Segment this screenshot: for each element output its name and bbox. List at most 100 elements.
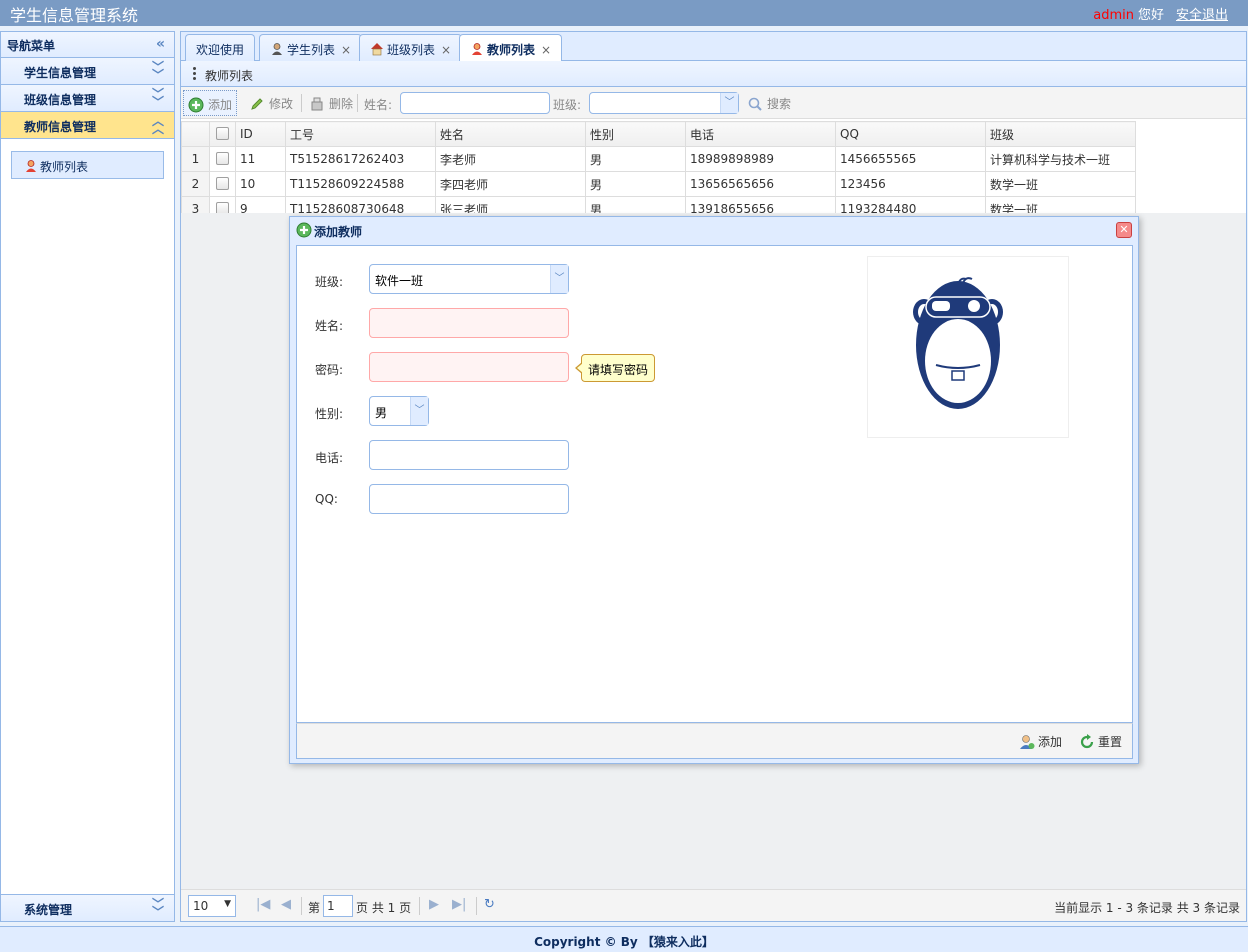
close-icon[interactable]: × <box>441 43 451 57</box>
pager-info: 当前显示 1 - 3 条记录 共 3 条记录 <box>1054 901 1240 915</box>
home-icon <box>371 43 383 56</box>
delete-button[interactable]: 删除 <box>305 90 357 116</box>
row-checkbox-cell[interactable] <box>209 171 236 197</box>
column-header[interactable]: 姓名 <box>435 121 586 147</box>
column-header[interactable]: 性别 <box>585 121 686 147</box>
cell-qq: 1456655565 <box>835 146 986 172</box>
cell-phone: 18989898989 <box>685 146 836 172</box>
chevron-down-icon: ﹀ <box>410 397 428 425</box>
password-label: 密码: <box>315 363 344 377</box>
teacher-icon <box>472 43 482 55</box>
greeting-text: 您好 <box>1137 8 1164 23</box>
select-all-checkbox[interactable] <box>216 127 229 140</box>
cell-number: T51528617262403 <box>285 146 436 172</box>
tab-teacher-list[interactable]: 教师列表 × <box>459 34 563 62</box>
nav-group-student[interactable]: 学生信息管理 ﹀ ﹀ <box>1 58 174 85</box>
teacher-photo <box>867 256 1069 438</box>
dialog-title-bar: 添加教师 ✕ <box>290 217 1138 243</box>
page-number-input[interactable]: 1 <box>323 895 353 917</box>
top-header: 学生信息管理系统 admin 您好 安全退出 <box>0 0 1248 26</box>
tab-label: 教师列表 <box>487 43 536 57</box>
nav-group-system[interactable]: 系统管理 ﹀ ﹀ <box>1 894 174 921</box>
sex-label: 性别: <box>315 407 344 421</box>
dialog-footer: 添加 重置 <box>296 723 1133 759</box>
nav-item-label: 教师列表 <box>40 160 89 174</box>
user-name: admin <box>1093 8 1134 23</box>
collapse-left-icon[interactable]: « <box>156 36 165 52</box>
last-page-icon[interactable]: ▶| <box>452 897 466 912</box>
column-header[interactable]: 班级 <box>985 121 1136 147</box>
qq-label: QQ: <box>315 492 338 506</box>
dialog-title: 添加教师 <box>314 225 363 239</box>
refresh-icon <box>1080 734 1094 749</box>
row-checkbox-cell[interactable] <box>209 146 236 172</box>
class-select-value: 软件一班 <box>375 274 424 288</box>
close-icon[interactable]: ✕ <box>1116 222 1132 238</box>
delete-icon <box>311 97 323 111</box>
column-header[interactable]: QQ <box>835 121 986 147</box>
column-header[interactable]: ID <box>235 121 286 147</box>
copyright-text: Copyright © By 【猿来入此】 <box>534 935 714 949</box>
row-checkbox[interactable] <box>216 152 229 165</box>
phone-input[interactable] <box>369 440 569 470</box>
nav-group-teacher[interactable]: 教师信息管理 ︿ ︿ <box>1 112 174 139</box>
next-page-icon[interactable]: ▶ <box>429 897 439 912</box>
close-icon[interactable]: × <box>341 43 351 57</box>
close-icon[interactable]: × <box>541 43 551 57</box>
toolbar: 添加 修改 删除 姓名: 班级: ﹀ 搜索 <box>181 87 1246 119</box>
teacher-icon <box>26 160 36 172</box>
caret-down-icon: ▼ <box>224 899 231 909</box>
cell-class: 数学一班 <box>985 171 1136 197</box>
add-button[interactable]: 添加 <box>183 90 238 116</box>
panel-title: 教师列表 <box>205 69 254 83</box>
tab-student-list[interactable]: 学生列表 × <box>259 34 363 61</box>
name-filter-input[interactable] <box>400 92 550 114</box>
nav-panel: 导航菜单 « 学生信息管理 ﹀ ﹀ 班级信息管理 ﹀ ﹀ 教师信息管理 ︿ ︿ 教师列… <box>0 31 175 922</box>
password-input[interactable] <box>369 352 569 382</box>
qq-input[interactable] <box>369 484 569 514</box>
page-size-select[interactable]: 10 ▼ <box>188 895 236 917</box>
edit-button[interactable]: 修改 <box>245 90 297 116</box>
cell-id: 11 <box>235 146 286 172</box>
row-checkbox[interactable] <box>216 177 229 190</box>
dialog-body: 班级: 软件一班 ﹀ 姓名: 密码: 请填写密码 性别: 男 ﹀ 电话: QQ: <box>296 245 1133 723</box>
page-size-value: 10 <box>193 899 209 913</box>
pencil-icon <box>251 98 263 110</box>
prev-page-icon[interactable]: ◀ <box>281 897 291 912</box>
monkey-avatar-icon <box>913 277 1003 409</box>
column-header[interactable]: 工号 <box>285 121 436 147</box>
pagination-bar: 10 ▼ |◀ ◀ 第 1 页 共 1 页 ▶ ▶| ↻ 当前显示 1 - 3 条… <box>181 889 1246 921</box>
nav-group-class[interactable]: 班级信息管理 ﹀ ﹀ <box>1 85 174 112</box>
logout-link[interactable]: 安全退出 <box>1176 8 1228 23</box>
delete-label: 删除 <box>329 97 354 111</box>
search-button[interactable]: 搜索 <box>743 90 795 116</box>
nav-item-teacher-list[interactable]: 教师列表 <box>11 151 164 179</box>
name-label: 姓名: <box>315 319 344 333</box>
validation-tooltip: 请填写密码 <box>574 354 656 382</box>
toolbar-separator <box>357 94 358 112</box>
column-header[interactable]: 电话 <box>685 121 836 147</box>
class-select[interactable]: 软件一班 ﹀ <box>369 264 569 294</box>
cell-sex: 男 <box>585 171 686 197</box>
select-all-checkbox-cell[interactable] <box>209 121 236 147</box>
chevron-up-icon: ︿ ︿ <box>151 114 164 136</box>
sex-select[interactable]: 男 ﹀ <box>369 396 429 426</box>
table-header-row: ID 工号 姓名 性别 电话 QQ 班级 <box>181 121 1136 147</box>
table-row[interactable]: 2 10 T11528609224588 李四老师 男 13656565656 … <box>181 171 1136 197</box>
toolbar-separator <box>301 94 302 112</box>
tab-label: 学生列表 <box>287 43 336 57</box>
table-row[interactable]: 1 11 T51528617262403 李老师 男 18989898989 1… <box>181 146 1136 172</box>
cell-number: T11528609224588 <box>285 171 436 197</box>
chevron-down-icon: ﹀ ﹀ <box>151 897 164 919</box>
nav-header: 导航菜单 « <box>1 32 174 58</box>
first-page-icon[interactable]: |◀ <box>256 897 270 912</box>
chevron-down-icon: ﹀ ﹀ <box>151 60 164 82</box>
page-number-value: 1 <box>327 899 335 913</box>
class-filter-select[interactable]: ﹀ <box>589 92 739 114</box>
name-input[interactable] <box>369 308 569 338</box>
tab-welcome[interactable]: 欢迎使用 <box>185 34 256 61</box>
refresh-icon[interactable]: ↻ <box>484 897 495 912</box>
tab-class-list[interactable]: 班级列表 × <box>359 34 463 61</box>
reset-button[interactable]: 重置 <box>1079 733 1122 750</box>
add-teacher-button[interactable]: 添加 <box>1019 733 1062 750</box>
